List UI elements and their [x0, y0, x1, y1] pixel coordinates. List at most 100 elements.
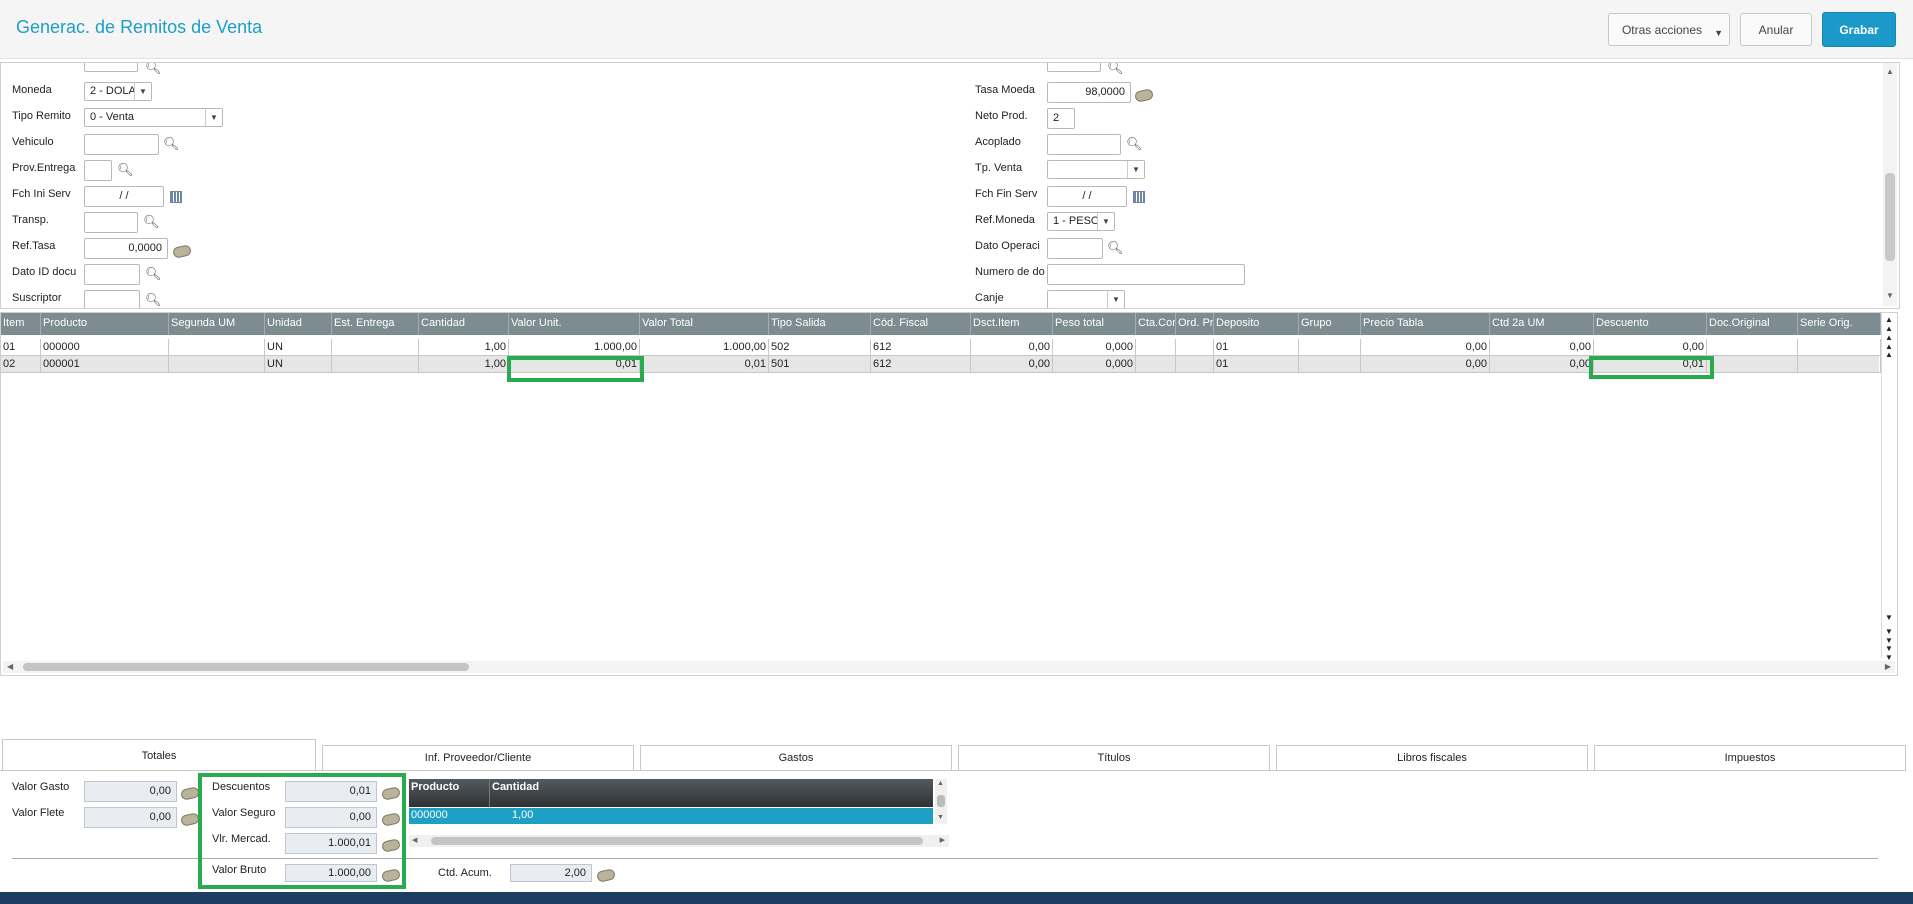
grid-cell[interactable]: [1299, 356, 1361, 373]
valor-flete-field[interactable]: 0,00: [84, 807, 177, 828]
scroll-up-icon[interactable]: ▲: [1885, 350, 1893, 359]
grid-col-header[interactable]: Valor Total: [640, 313, 769, 335]
search-icon[interactable]: 🔍︎: [117, 163, 134, 177]
grid-cell[interactable]: [1798, 356, 1881, 373]
grid-horizontal-scrollbar[interactable]: ◀ ▶: [3, 661, 1895, 673]
page-up-icon[interactable]: ▲ ▲: [1885, 333, 1893, 351]
chevron-down-icon[interactable]: ▼: [1127, 161, 1144, 178]
grid-cell[interactable]: 612: [871, 339, 971, 356]
scroll-up-icon[interactable]: ▲: [1886, 67, 1894, 76]
grid-col-header[interactable]: Est. Entrega: [332, 313, 419, 335]
money-icon[interactable]: [172, 244, 192, 259]
grid-cell[interactable]: 501: [769, 356, 871, 373]
grid-col-header[interactable]: Serie Orig.: [1798, 313, 1881, 335]
grabar-button[interactable]: Grabar: [1822, 12, 1896, 47]
grid-cell[interactable]: [1136, 356, 1176, 373]
last-record-icon[interactable]: ▼ ▼: [1885, 644, 1893, 662]
grid-cell[interactable]: 0,000: [1053, 339, 1136, 356]
moneda-select[interactable]: 2 - DOLA ▼: [84, 82, 152, 101]
grid-cell[interactable]: 01: [1214, 356, 1299, 373]
grid-col-header[interactable]: Cód. Fiscal: [871, 313, 971, 335]
numero-do-field[interactable]: [1047, 264, 1245, 285]
search-icon[interactable]: 🔍︎: [145, 267, 162, 281]
grid-cell[interactable]: UN: [265, 356, 332, 373]
grid-cell[interactable]: 0,00: [971, 356, 1053, 373]
grid-col-header[interactable]: Ord. Pr: [1176, 313, 1214, 335]
tab-impuestos[interactable]: Impuestos: [1594, 745, 1906, 771]
calendar-icon[interactable]: [1133, 191, 1145, 203]
grid-col-header[interactable]: Segunda UM: [169, 313, 265, 335]
grid-col-header[interactable]: Item: [1, 313, 41, 335]
grid-cell[interactable]: [332, 339, 419, 356]
grid-scrollbar-thumb[interactable]: [23, 663, 469, 671]
grid-cell[interactable]: 0,00: [1594, 339, 1707, 356]
scroll-down-icon[interactable]: ▼: [1885, 613, 1893, 622]
grid-cell[interactable]: [1136, 339, 1176, 356]
valor-gasto-field[interactable]: 0,00: [84, 781, 177, 802]
tab-inf-proveedor[interactable]: Inf. Proveedor/Cliente: [322, 745, 634, 771]
chevron-down-icon[interactable]: ▼: [134, 83, 151, 100]
grid-cell[interactable]: 502: [769, 339, 871, 356]
grid-col-header[interactable]: Cantidad: [419, 313, 509, 335]
scroll-down-icon[interactable]: ▼: [937, 814, 944, 821]
grid-col-header[interactable]: Peso total: [1053, 313, 1136, 335]
transp-field[interactable]: [84, 212, 138, 233]
vehiculo-field[interactable]: [84, 134, 159, 155]
grid-cell[interactable]: 0,000: [1053, 356, 1136, 373]
grid-col-header[interactable]: Deposito: [1214, 313, 1299, 335]
dato-id-field[interactable]: [84, 264, 140, 285]
neto-prod-field[interactable]: 2: [1047, 108, 1075, 129]
form-scrollbar[interactable]: ▲ ▼: [1883, 63, 1897, 306]
grid-col-header[interactable]: Descuento: [1594, 313, 1707, 335]
grid-cell[interactable]: [1176, 356, 1214, 373]
grid-cell[interactable]: 0,00: [971, 339, 1053, 356]
canje-select[interactable]: ▼: [1047, 290, 1125, 308]
grid-cell[interactable]: 0,00: [1361, 339, 1490, 356]
grid-cell[interactable]: 0,01: [640, 356, 769, 373]
scroll-up-icon[interactable]: ▲: [937, 780, 944, 787]
search-icon[interactable]: 🔍︎: [1126, 137, 1143, 151]
tab-libros-fiscales[interactable]: Libros fiscales: [1276, 745, 1588, 771]
grid-cell[interactable]: 01: [1, 339, 41, 356]
grid-cell[interactable]: [1299, 339, 1361, 356]
grid-cell[interactable]: 0,00: [1490, 356, 1594, 373]
mini-grid-hscroll[interactable]: ◀ ▶: [409, 835, 949, 847]
search-icon[interactable]: 🔍︎: [1107, 63, 1124, 75]
grid-cell[interactable]: 0,00: [1490, 339, 1594, 356]
form-scrollbar-thumb[interactable]: [1885, 173, 1895, 261]
chevron-down-icon[interactable]: ▼: [1097, 213, 1114, 230]
grid-cell[interactable]: [169, 339, 265, 356]
grid-col-header[interactable]: Ctd 2a UM: [1490, 313, 1594, 335]
grid-cell[interactable]: [169, 356, 265, 373]
grid-cell[interactable]: [1707, 356, 1798, 373]
grid-cell[interactable]: 612: [871, 356, 971, 373]
scroll-down-icon[interactable]: ▼: [1886, 291, 1894, 300]
grid-cell[interactable]: 1,00: [419, 339, 509, 356]
grid-cell[interactable]: [1707, 339, 1798, 356]
grid-cell[interactable]: 1.000,00: [509, 339, 640, 356]
fch-ini-serv-field[interactable]: / /: [84, 186, 164, 207]
anular-button[interactable]: Anular: [1740, 13, 1812, 46]
mini-grid-vscroll[interactable]: ▲ ▼: [935, 779, 947, 824]
grid-col-header[interactable]: Dsct.Item: [971, 313, 1053, 335]
prov-entrega-field[interactable]: [84, 160, 112, 181]
tab-gastos[interactable]: Gastos: [640, 745, 952, 771]
grid-cell[interactable]: 1.000,00: [640, 339, 769, 356]
page-down-icon[interactable]: ▼ ▼: [1885, 627, 1893, 645]
search-icon[interactable]: 🔍︎: [1107, 241, 1124, 255]
ctd-acum-field[interactable]: 2,00: [510, 864, 592, 882]
first-record-icon[interactable]: ▲ ▲: [1885, 315, 1893, 333]
search-icon[interactable]: 🔍︎: [145, 293, 162, 307]
money-icon[interactable]: [1134, 88, 1154, 103]
grid-cell[interactable]: [1798, 339, 1881, 356]
tipo-remito-select[interactable]: 0 - Venta ▼: [84, 108, 223, 127]
ref-moneda-select[interactable]: 1 - PESO ▼: [1047, 212, 1115, 231]
grid-col-header[interactable]: Producto: [41, 313, 169, 335]
calendar-icon[interactable]: [170, 191, 182, 203]
chevron-down-icon[interactable]: ▼: [1107, 291, 1124, 308]
mini-grid-hscroll-thumb[interactable]: [431, 837, 923, 845]
dato-operaci-field[interactable]: [1047, 238, 1103, 259]
vendedor-2-field[interactable]: [1047, 63, 1101, 72]
grid-cell[interactable]: 01: [1214, 339, 1299, 356]
grid-col-header[interactable]: Unidad: [265, 313, 332, 335]
